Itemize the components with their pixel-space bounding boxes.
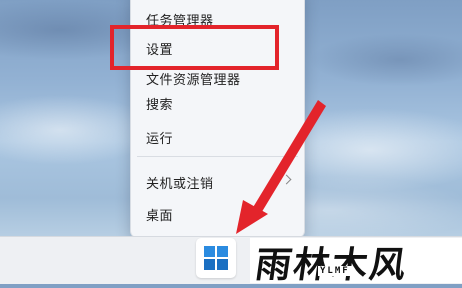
- watermark-sub: YLMF: [318, 266, 352, 276]
- start-button[interactable]: [196, 238, 236, 278]
- arrow-shaft: [252, 100, 326, 215]
- watermark-logo: 雨林木风 YLMF: [250, 238, 462, 286]
- windows-logo-icon: [204, 246, 228, 270]
- watermark-brand: 雨林木风: [252, 236, 411, 288]
